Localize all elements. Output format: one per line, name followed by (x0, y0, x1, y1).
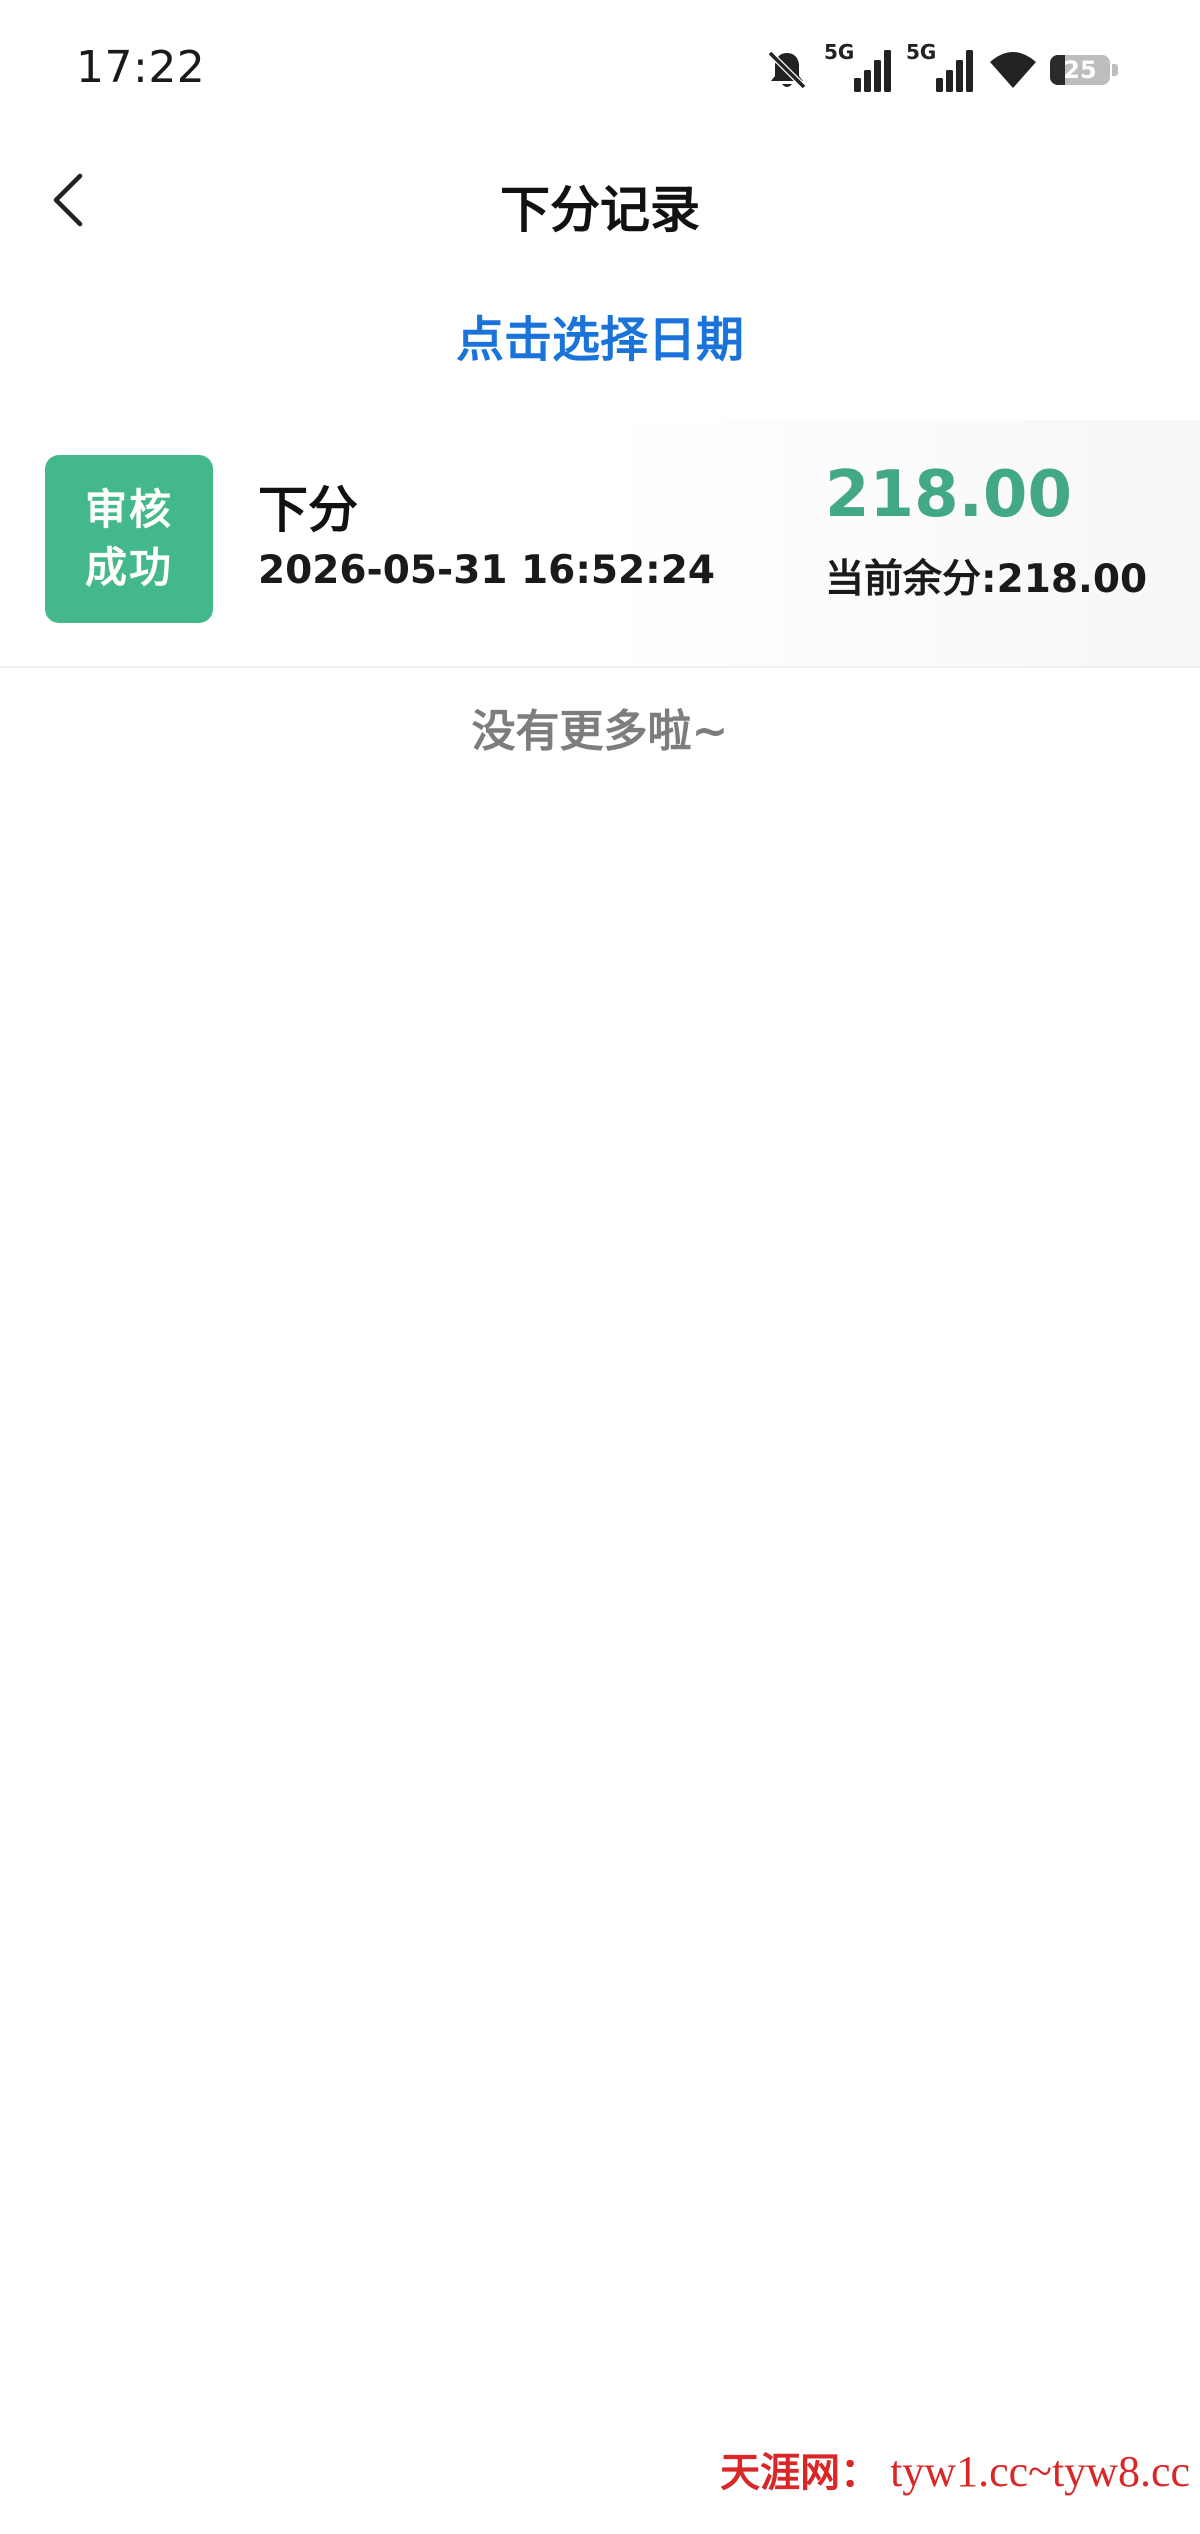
date-picker-button[interactable]: 点击选择日期 (0, 300, 1200, 370)
record-balance: 当前余分:218.00 (825, 557, 1148, 602)
status-badge: 审核 成功 (45, 455, 213, 623)
battery-icon: 25 (1050, 51, 1118, 89)
watermark-label: 天涯网： (720, 2449, 881, 2496)
cellular-signal-icon: 5G (906, 40, 976, 98)
mute-bell-icon (762, 45, 812, 95)
status-time: 17:22 (76, 42, 206, 93)
cellular-signal-icon: 5G (824, 40, 894, 98)
record-time: 2026-05-31 16:52:24 (258, 548, 716, 593)
watermark-url: tyw1.cc~tyw8.cc (890, 2447, 1190, 2496)
record-amount: 218.00 (825, 458, 1072, 532)
record-row[interactable]: 审核 成功 下分 2026-05-31 16:52:24 218.00 当前余分… (0, 420, 1200, 668)
record-type: 下分 (258, 481, 358, 539)
status-bar: 17:22 5G 5G 25 (0, 0, 1200, 140)
status-icons: 5G 5G 25 (762, 40, 1118, 98)
page-title: 下分记录 (500, 181, 700, 239)
status-badge-line1: 审核 (84, 485, 173, 534)
watermark: 天涯网： tyw1.cc~tyw8.cc (720, 2440, 1190, 2500)
wifi-icon (988, 48, 1038, 92)
status-badge-line2: 成功 (84, 543, 173, 592)
header: 下分记录 (0, 140, 1200, 260)
battery-level: 25 (1063, 56, 1097, 84)
list-end-text: 没有更多啦~ (471, 706, 729, 757)
